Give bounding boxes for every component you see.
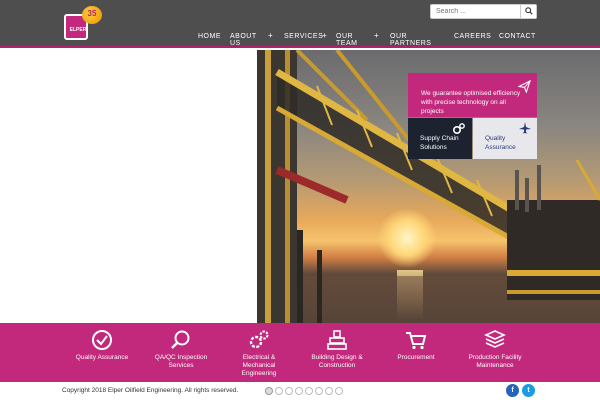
slide-dot[interactable]: [335, 387, 343, 395]
slide-dot[interactable]: [275, 387, 283, 395]
card-label: Quality Assurance: [485, 135, 516, 151]
cart-icon: [406, 332, 427, 350]
service-label: Electrical & Mechanical Engineering: [241, 354, 277, 377]
nav-about-us[interactable]: ABOUT US: [230, 33, 258, 47]
badge-text: 35: [87, 9, 97, 18]
site-header: ELPER 35 HOME ABOUT US + SERVICES + OUR …: [0, 0, 600, 48]
nav-our-team[interactable]: OUR TEAM: [336, 33, 364, 47]
service-quality-assurance[interactable]: Quality Assurance: [70, 329, 134, 362]
search-icon: [525, 7, 533, 15]
service-qa-qc-inspection[interactable]: QA/QC Inspection Services: [146, 329, 216, 370]
main-nav: HOME ABOUT US + SERVICES + OUR TEAM + OU…: [0, 28, 600, 48]
site-footer: Copyright 2018 Elper Oilfield Engineerin…: [0, 382, 600, 400]
building-icon: [327, 330, 347, 350]
hero-tagline: We guarantee optimised efficiency with p…: [421, 90, 521, 115]
check-badge-icon: [92, 330, 112, 350]
left-blank-panel: [0, 50, 257, 323]
services-bar: Quality Assurance QA/QC Inspection Servi…: [0, 323, 600, 382]
search-box: [430, 4, 537, 19]
service-production-facility[interactable]: Production Facility Maintenance: [462, 329, 528, 370]
service-electrical-mechanical[interactable]: Electrical & Mechanical Engineering: [228, 329, 290, 378]
gears-icon: [249, 330, 269, 349]
slide-dot[interactable]: [265, 387, 273, 395]
nav-services[interactable]: SERVICES: [284, 33, 323, 40]
airplane-icon: [519, 122, 531, 134]
service-label: QA/QC Inspection Services: [154, 354, 208, 369]
search-button[interactable]: [520, 5, 536, 18]
search-input[interactable]: [431, 5, 521, 18]
card-label: Supply Chain Solutions: [420, 135, 459, 151]
quality-assurance-card[interactable]: Quality Assurance: [473, 118, 537, 159]
service-label: Procurement: [397, 354, 435, 361]
nav-expand-icon[interactable]: +: [268, 31, 273, 40]
nav-home[interactable]: HOME: [198, 33, 221, 40]
facebook-icon[interactable]: f: [506, 384, 519, 397]
nav-expand-icon[interactable]: +: [374, 31, 379, 40]
slide-dot[interactable]: [285, 387, 293, 395]
nav-contact[interactable]: CONTACT: [499, 33, 536, 40]
slide-dot[interactable]: [295, 387, 303, 395]
slide-dot[interactable]: [315, 387, 323, 395]
stack-icon: [484, 330, 506, 348]
service-label: Quality Assurance: [75, 354, 129, 361]
slide-dot[interactable]: [325, 387, 333, 395]
magnifier-icon: [171, 330, 190, 349]
supply-chain-card[interactable]: Supply Chain Solutions: [408, 118, 472, 159]
service-label: Production Facility Maintenance: [468, 354, 522, 369]
nav-careers[interactable]: CAREERS: [454, 33, 491, 40]
service-label: Building Design & Construction: [311, 354, 363, 369]
paper-plane-icon: [518, 80, 531, 93]
nav-expand-icon[interactable]: +: [322, 31, 327, 40]
nav-our-partners[interactable]: OUR PARTNERS: [390, 33, 431, 47]
anniversary-badge: 35: [82, 6, 102, 24]
slide-dot[interactable]: [305, 387, 313, 395]
service-building-design[interactable]: Building Design & Construction: [304, 329, 370, 370]
twitter-icon[interactable]: t: [522, 384, 535, 397]
copyright-text: Copyright 2018 Elper Oilfield Engineerin…: [62, 387, 239, 394]
service-procurement[interactable]: Procurement: [388, 329, 444, 362]
hero-tagline-box: We guarantee optimised efficiency with p…: [408, 73, 537, 117]
